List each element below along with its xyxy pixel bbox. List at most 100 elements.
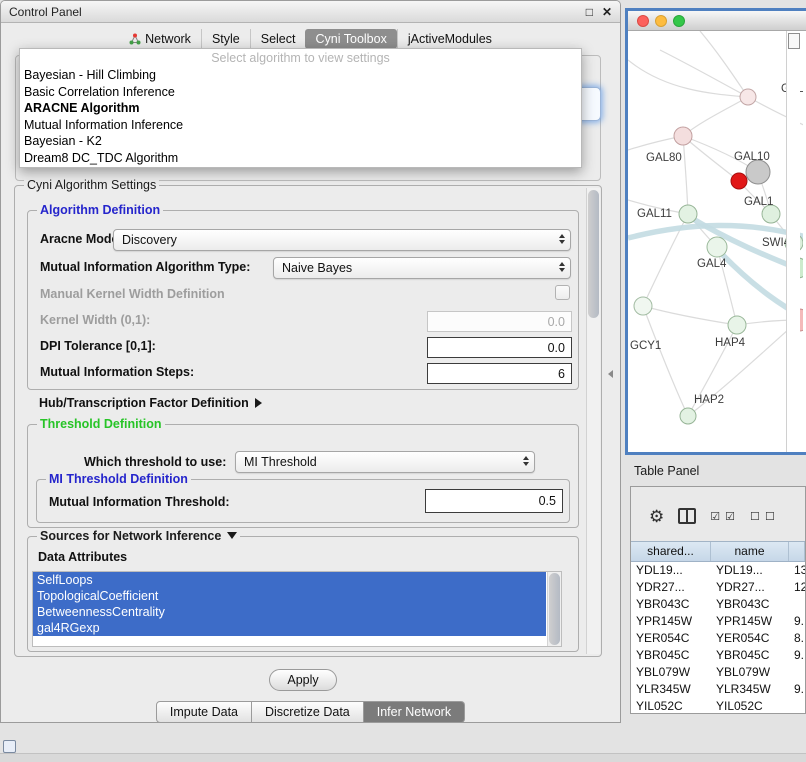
table-row[interactable]: YER054CYER054C8.	[631, 630, 805, 647]
network-node[interactable]	[731, 173, 747, 189]
close-icon[interactable]: ✕	[602, 5, 612, 19]
sources-title: Sources for Network Inference	[40, 529, 221, 543]
attributes-scrollbar[interactable]	[547, 572, 561, 646]
tab-network[interactable]: Network	[119, 29, 201, 49]
network-scrollbar-strip[interactable]	[786, 31, 800, 452]
table-cell: YPR145W	[711, 613, 789, 630]
attribute-item[interactable]: gal4RGexp	[33, 620, 546, 636]
manual-kernel-label: Manual Kernel Width Definition	[40, 287, 225, 301]
table-cell: YPR145W	[631, 613, 711, 630]
network-canvas[interactable]: GALGAL80GAL10GAL1GAL11SWI4GAL4GCY1HAP4HA…	[628, 31, 803, 452]
algorithm-option[interactable]: Mutual Information Inference	[20, 117, 581, 134]
data-attributes-list: SelfLoopsTopologicalCoefficientBetweenne…	[32, 571, 562, 647]
minimize-traffic-light-icon[interactable]	[655, 15, 667, 27]
column-header[interactable]	[789, 542, 805, 561]
unchecked-columns-icon[interactable]: ☐ ☐	[750, 510, 776, 523]
hub-section-toggle[interactable]: Hub/Transcription Factor Definition	[39, 396, 262, 410]
expanded-arrow-icon	[227, 532, 237, 539]
table-row[interactable]: YIL052CYIL052C	[631, 698, 805, 714]
node-label: GCY1	[630, 340, 661, 352]
algorithm-option[interactable]: Dream8 DC_TDC Algorithm	[20, 150, 581, 167]
algorithm-option[interactable]: Basic Correlation Inference	[20, 84, 581, 101]
table-row[interactable]: YDR27...YDR27...12	[631, 579, 805, 596]
mi-threshold-definition-group: MI Threshold Definition Mutual Informati…	[36, 479, 570, 523]
network-corner-button[interactable]	[788, 33, 800, 49]
column-header[interactable]: name	[711, 542, 789, 561]
table-row[interactable]: YLR345WYLR345W9.	[631, 681, 805, 698]
tab-label: Cyni Toolbox	[315, 32, 386, 46]
column-header[interactable]: shared...	[631, 542, 711, 561]
table-cell	[789, 664, 805, 681]
network-node[interactable]	[680, 408, 696, 424]
table-row[interactable]: YDL19...YDL19...13	[631, 562, 805, 579]
tab-style[interactable]: Style	[201, 29, 250, 49]
float-window-icon[interactable]: □	[586, 5, 593, 19]
manual-kernel-checkbox[interactable]	[555, 285, 570, 300]
hub-section-label: Hub/Transcription Factor Definition	[39, 396, 249, 410]
node-label: GAL11	[637, 208, 672, 220]
mi-threshold-field[interactable]: 0.5	[425, 489, 563, 513]
zoom-traffic-light-icon[interactable]	[673, 15, 685, 27]
mi-type-combobox[interactable]: Naive Bayes	[273, 257, 571, 279]
scrollbar-thumb[interactable]	[549, 573, 560, 645]
attribute-item[interactable]: SelfLoops	[33, 572, 546, 588]
network-window-titlebar[interactable]	[628, 11, 806, 31]
settings-scrollbar[interactable]	[586, 188, 600, 654]
dpi-tolerance-field[interactable]: 0.0	[427, 337, 572, 358]
gear-icon[interactable]: ⚙	[649, 508, 664, 525]
algorithm-option[interactable]: Bayesian - Hill Climbing	[20, 67, 581, 84]
aracne-mode-value: Discovery	[122, 233, 177, 247]
algorithm-option[interactable]: Bayesian - K2	[20, 133, 581, 150]
network-node[interactable]	[679, 205, 697, 223]
window-title: Control Panel	[9, 5, 82, 19]
network-node[interactable]	[728, 316, 746, 334]
table-cell: YLR345W	[631, 681, 711, 698]
which-threshold-combobox[interactable]: MI Threshold	[235, 451, 535, 473]
control-panel-window: Control Panel □ ✕ NetworkStyle Select Cyni…	[0, 0, 621, 723]
table-cell: YBR045C	[711, 647, 789, 664]
bottom-tab-infer-network[interactable]: Infer Network	[364, 701, 465, 723]
kernel-width-value: 0.0	[548, 315, 565, 329]
scrollbar-thumb[interactable]	[588, 190, 599, 318]
apply-button[interactable]: Apply	[269, 669, 337, 691]
table-cell: YIL052C	[631, 698, 711, 714]
bottom-tab-impute-data[interactable]: Impute Data	[156, 701, 252, 723]
table-row[interactable]: YBR045CYBR045C9.	[631, 647, 805, 664]
algorithm-option[interactable]: ARACNE Algorithm	[20, 100, 581, 117]
columns-icon[interactable]	[678, 508, 696, 524]
attribute-item[interactable]: BetweennessCentrality	[33, 604, 546, 620]
table-row[interactable]: YBL079WYBL079W	[631, 664, 805, 681]
mi-steps-value: 6	[558, 367, 565, 381]
table-cell: YBL079W	[711, 664, 789, 681]
checked-columns-icon[interactable]: ☑ ☑	[710, 510, 736, 523]
mi-steps-field[interactable]: 6	[427, 363, 572, 384]
tab-select[interactable]: Select	[250, 29, 306, 49]
control-panel-titlebar[interactable]: Control Panel □ ✕	[1, 1, 620, 23]
mi-threshold-value: 0.5	[539, 494, 556, 508]
network-node[interactable]	[740, 89, 756, 105]
table-cell: YLR345W	[711, 681, 789, 698]
dpi-tolerance-label: DPI Tolerance [0,1]:	[40, 339, 156, 353]
network-icon	[129, 33, 141, 45]
network-node[interactable]	[634, 297, 652, 315]
sources-toggle[interactable]: Sources for Network Inference	[37, 529, 240, 543]
network-node[interactable]	[746, 160, 770, 184]
tab-cyni-toolbox[interactable]: Cyni Toolbox	[305, 29, 396, 49]
tab-jactivemodules[interactable]: jActiveModules	[397, 29, 502, 49]
bottom-tab-discretize-data[interactable]: Discretize Data	[252, 701, 364, 723]
aracne-mode-combobox[interactable]: Discovery	[113, 229, 571, 251]
table-row[interactable]: YBR043CYBR043C	[631, 596, 805, 613]
attribute-item[interactable]: TopologicalCoefficient	[33, 588, 546, 604]
node-label: GAL80	[646, 152, 682, 164]
network-node[interactable]	[707, 237, 727, 257]
threshold-definition-title: Threshold Definition	[37, 417, 165, 431]
kernel-width-field[interactable]: 0.0	[427, 311, 572, 332]
tab-label: Select	[261, 32, 296, 46]
mi-threshold-label: Mutual Information Threshold:	[49, 495, 230, 509]
close-traffic-light-icon[interactable]	[637, 15, 649, 27]
network-node[interactable]	[674, 127, 692, 145]
table-cell: YIL052C	[711, 698, 789, 714]
table-row[interactable]: YPR145WYPR145W9.	[631, 613, 805, 630]
panel-toggle-icon[interactable]	[3, 740, 16, 753]
splitter-handle[interactable]	[608, 370, 613, 378]
